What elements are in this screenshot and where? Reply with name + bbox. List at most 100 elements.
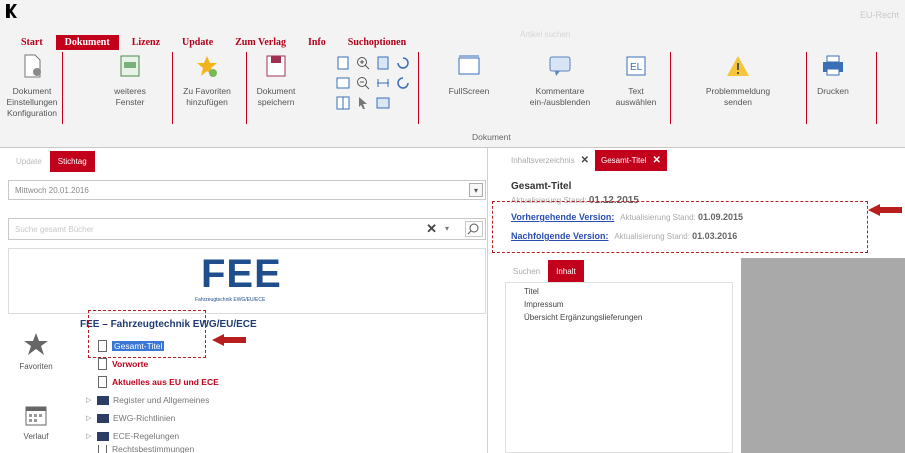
menu-lizenz[interactable]: Lizenz [123,35,169,50]
clear-search-icon[interactable]: ✕ [426,221,437,237]
tree-item-ece-regelungen[interactable]: ▷ ECE-Regelungen [86,429,179,443]
tree-item-vorworte[interactable]: Vorworte [98,357,148,371]
close-icon[interactable]: ✕ [581,155,589,166]
search-button[interactable] [465,221,483,237]
tab-stichtag[interactable]: Stichtag [49,150,95,172]
toc-item-titel[interactable]: Titel [524,287,539,296]
content-subtabs: Suchen Inhalt [505,259,584,283]
problemmeldung-label: Problemmeldung senden [705,86,771,107]
pointer-icon[interactable] [356,96,370,110]
grid-view-icon[interactable] [336,96,350,110]
tree-item-register[interactable]: ▷ Register und Allgemeines [86,393,209,407]
annotation-arrow-icon [212,334,246,346]
kommentare-button[interactable]: Kommentare ein-/ausblenden [522,52,598,108]
zu-favoriten-label: Zu Favoriten hinzufügen [183,86,231,107]
tab-gesamt-titel[interactable]: Gesamt-Titel ✕ [594,149,667,171]
search-icon [467,223,479,235]
expand-icon[interactable]: ▷ [86,396,94,404]
ribbon-toolbar: Dokument Einstellungen Konfiguration wei… [0,52,905,144]
problemmeldung-button[interactable]: Problemmeldung senden [700,52,776,108]
window-title: EU-Recht [859,10,899,20]
expand-icon[interactable]: ▷ [86,432,94,440]
ribbon-separator [876,52,877,124]
document-icon [98,376,107,388]
toc-item-ergaenzungslieferungen[interactable]: Übersicht Ergänzungslieferungen [524,313,642,322]
svg-text:EL: EL [630,62,643,73]
expand-icon[interactable]: ▷ [86,414,94,422]
app-ribbon: EU-Recht Start Dokument Lizenz Update Zu… [0,0,905,148]
fullscreen-label: FullScreen [448,86,490,96]
ribbon-separator [418,52,419,124]
verlauf-button[interactable]: Verlauf [6,404,66,441]
toc-item-impressum[interactable]: Impressum [524,300,564,309]
tree-item-aktuelles[interactable]: Aktuelles aus EU und ECE [98,375,219,389]
menu-update[interactable]: Update [173,35,222,50]
zoom-in-icon[interactable] [356,56,370,70]
rotate-left-icon[interactable] [396,76,410,90]
tab-inhaltsverzeichnis[interactable]: Inhaltsverzeichnis ✕ [505,150,595,171]
search-options-icon[interactable]: ▾ [445,224,449,233]
search-placeholder: Suche gesamt Bücher [15,224,94,234]
rotate-right-icon[interactable] [396,56,410,70]
fee-logo-subtitle: Fahrzeugtechnik EWG/EU/ECE [195,297,266,303]
tab-label: Inhaltsverzeichnis [511,155,575,165]
document-icon [98,358,107,370]
menu-bar: Start Dokument Lizenz Update Zum Verlag … [12,34,419,50]
document-title: Gesamt-Titel [511,181,572,192]
chevron-down-icon[interactable]: ▾ [469,183,483,197]
fit-width-icon[interactable] [376,76,390,90]
fullscreen-button[interactable]: FullScreen [446,52,492,97]
tree-item-rechtsbestimmungen[interactable]: Rechtsbestimmungen [98,445,194,453]
text-auswaehlen-button[interactable]: EL Text auswählen [610,52,662,108]
ribbon-separator [246,52,247,124]
single-page-icon[interactable] [336,56,350,70]
two-page-icon[interactable] [336,76,350,90]
drucken-label: Drucken [817,86,849,96]
ribbon-separator [172,52,173,124]
tree-item-label: Vorworte [112,359,149,369]
tab-update[interactable]: Update [8,151,50,172]
document-viewer-area [741,258,905,453]
menu-start[interactable]: Start [12,35,52,50]
menu-dokument[interactable]: Dokument [55,34,119,50]
ribbon-separator [62,52,63,124]
fit-page-icon[interactable] [376,56,390,70]
favoriten-button[interactable]: Favoriten [6,332,66,371]
app-logo-icon [6,4,17,18]
zu-favoriten-button[interactable]: Zu Favoriten hinzufügen [176,52,238,108]
zoom-out-icon[interactable] [356,76,370,90]
tree-item-label: ECE-Regelungen [113,431,180,441]
dokument-speichern-button[interactable]: Dokument speichern [250,52,302,108]
menu-zum-verlag[interactable]: Zum Verlag [226,35,295,50]
new-window-icon [120,55,140,77]
ribbon-separator [806,52,807,124]
verlauf-label: Verlauf [23,432,49,441]
weiteres-fenster-button[interactable]: weiteres Fenster [110,52,150,108]
tab-suchen[interactable]: Suchen [505,260,548,283]
close-icon[interactable]: ✕ [652,155,660,166]
tab-inhalt[interactable]: Inhalt [548,259,584,283]
star-icon [24,333,48,355]
dokument-speichern-label: Dokument speichern [256,86,296,107]
dokument-einstellungen-label: Dokument Einstellungen Konfiguration [6,86,58,118]
ribbon-group-label: Dokument [472,132,511,142]
save-icon [266,55,286,77]
folder-icon [97,431,109,441]
drucken-button[interactable]: Drucken [810,52,856,97]
dokument-einstellungen-button[interactable]: Dokument Einstellungen Konfiguration [4,52,60,119]
menu-suchoptionen[interactable]: Suchoptionen [339,35,415,50]
date-value: Mittwoch 20.01.2016 [15,185,89,195]
annotation-arrow-icon [868,204,902,216]
date-select[interactable]: Mittwoch 20.01.2016 ▾ [8,180,486,200]
menu-info[interactable]: Info [299,35,335,50]
columns-icon[interactable] [376,96,390,110]
star-add-icon [197,56,217,77]
versions-highlight-box [492,201,868,253]
ribbon-separator [670,52,671,124]
tree-item-ewg-richtlinien[interactable]: ▷ EWG-Richtlinien [86,411,175,425]
tree-item-label: EWG-Richtlinien [113,413,176,423]
tree-item-label: Register und Allgemeines [113,395,210,405]
right-panel: Inhaltsverzeichnis ✕ Gesamt-Titel ✕ Gesa… [489,148,905,453]
book-search-input[interactable]: Suche gesamt Bücher ✕ ▾ [8,218,486,240]
document-tabs: Inhaltsverzeichnis ✕ Gesamt-Titel ✕ [505,149,667,171]
